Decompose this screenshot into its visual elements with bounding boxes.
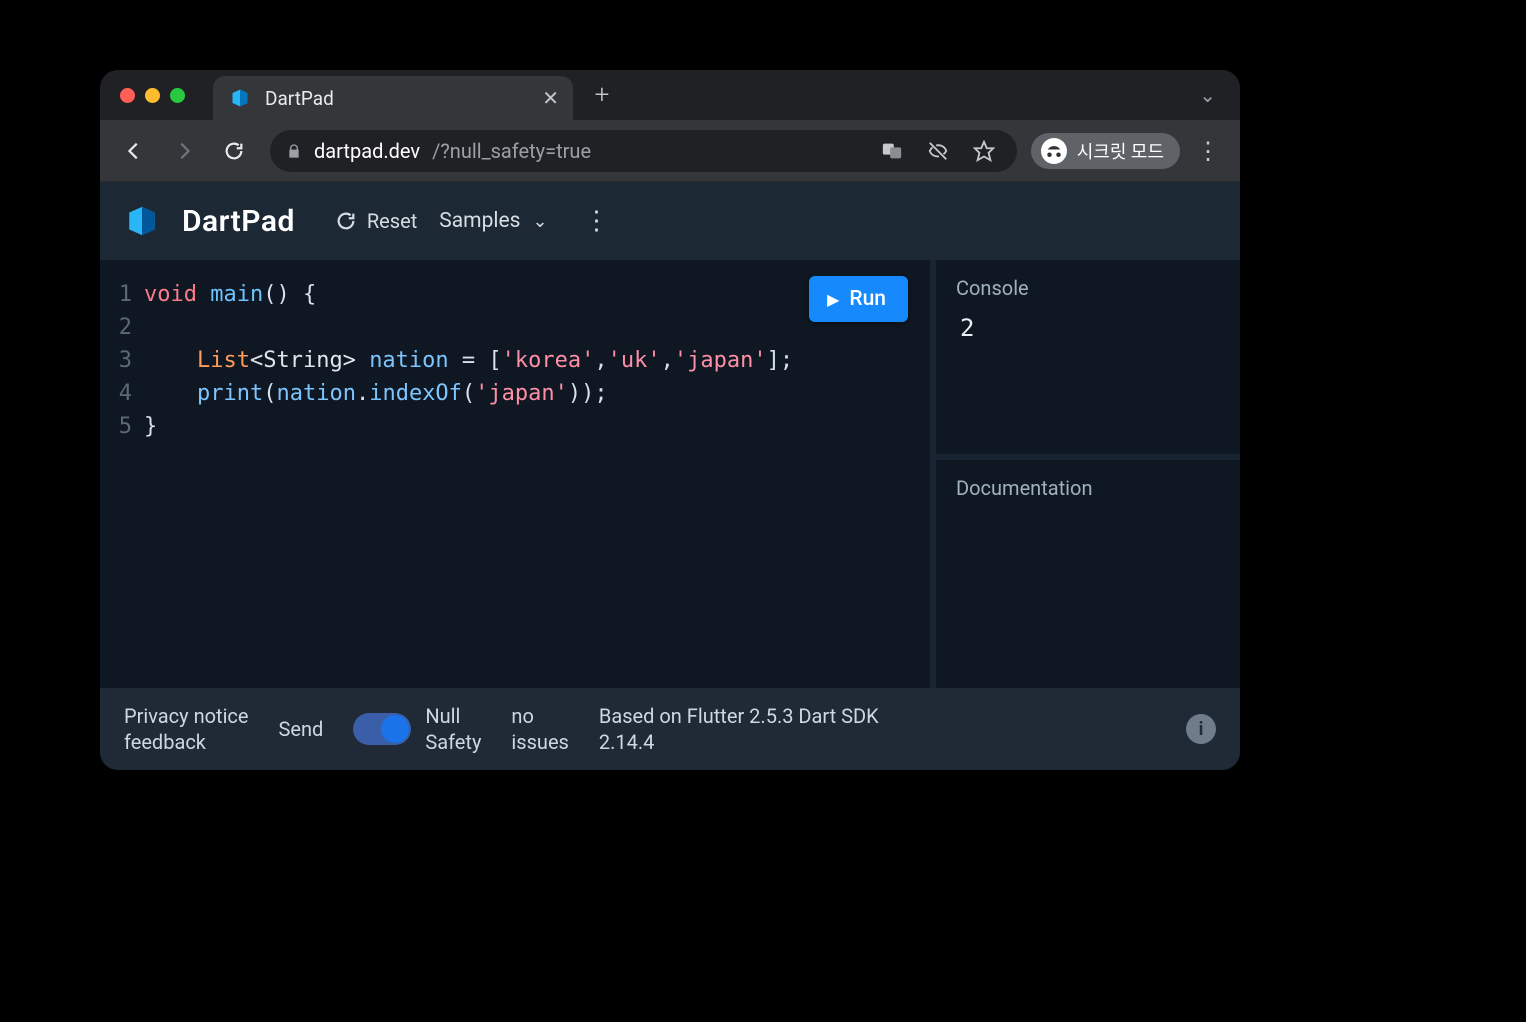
url-input[interactable]: dartpad.dev /?null_safety=true (270, 130, 1017, 172)
line-number: 3 (100, 344, 132, 377)
translate-icon[interactable] (875, 134, 909, 168)
dart-logo-icon (124, 203, 160, 239)
incognito-icon (1041, 138, 1067, 164)
samples-label: Samples (439, 209, 520, 233)
eye-off-icon[interactable] (921, 134, 955, 168)
line-number: 1 (100, 278, 132, 311)
samples-dropdown[interactable]: Samples ⌄ (439, 209, 547, 233)
null-safety-toggle[interactable] (353, 713, 411, 745)
tab-title: DartPad (265, 87, 532, 110)
dart-favicon-icon (229, 87, 251, 109)
forward-button[interactable] (164, 131, 204, 171)
code-line: List<String> nation = ['korea','uk','jap… (144, 344, 920, 377)
code-line: } (144, 410, 920, 443)
new-tab-button[interactable]: + (585, 78, 619, 112)
window-controls (120, 88, 185, 103)
url-host: dartpad.dev (314, 139, 420, 163)
url-path: /?null_safety=true (432, 139, 591, 163)
minimize-window-button[interactable] (145, 88, 160, 103)
code-line (144, 311, 920, 344)
toggle-knob (381, 715, 409, 743)
documentation-title: Documentation (936, 460, 1240, 508)
main-area: 12345 void main() { List<String> nation … (100, 260, 1240, 688)
sdk-version-label: Based on Flutter 2.5.3 Dart SDK 2.14.4 (599, 703, 879, 755)
lock-icon (286, 143, 302, 159)
close-window-button[interactable] (120, 88, 135, 103)
app-brand: DartPad (182, 204, 295, 239)
issues-status: no issues (511, 703, 568, 755)
back-button[interactable] (114, 131, 154, 171)
line-number-gutter: 12345 (100, 260, 140, 688)
documentation-panel: Documentation (936, 460, 1240, 688)
incognito-badge[interactable]: 시크릿 모드 (1031, 133, 1180, 169)
line-number: 2 (100, 311, 132, 344)
run-button[interactable]: ▶ Run (809, 276, 908, 322)
run-label: Run (849, 287, 886, 311)
send-feedback-link[interactable]: Send (279, 717, 324, 741)
address-bar-row: dartpad.dev /?null_safety=true 시크릿 모드 ⋮ (100, 120, 1240, 182)
reset-button[interactable]: Reset (335, 209, 417, 233)
browser-tab[interactable]: DartPad ✕ (213, 76, 573, 120)
privacy-notice-link[interactable]: Privacy notice feedback (124, 703, 249, 755)
reset-icon (335, 210, 357, 232)
console-panel: Console 2 (936, 260, 1240, 460)
editor-pane: 12345 void main() { List<String> nation … (100, 260, 930, 688)
reset-label: Reset (367, 209, 417, 233)
chevron-down-icon: ⌄ (532, 211, 547, 232)
null-safety-toggle-group: Null Safety (353, 703, 481, 755)
console-title: Console (936, 260, 1240, 308)
code-line: void main() { (144, 278, 920, 311)
titlebar: DartPad ✕ + ⌄ (100, 70, 1240, 120)
null-safety-label: Null Safety (425, 703, 481, 755)
reload-button[interactable] (214, 131, 254, 171)
footer-bar: Privacy notice feedback Send Null Safety… (100, 688, 1240, 770)
browser-window: DartPad ✕ + ⌄ dartpad.dev /?null_safety=t… (100, 70, 1240, 770)
tabs-chevron-down-icon[interactable]: ⌄ (1199, 83, 1216, 107)
incognito-label: 시크릿 모드 (1077, 138, 1164, 164)
line-number: 4 (100, 377, 132, 410)
line-number: 5 (100, 410, 132, 443)
side-panels: Console 2 Documentation (930, 260, 1240, 688)
code-editor[interactable]: void main() { List<String> nation = ['ko… (140, 260, 930, 688)
tab-close-icon[interactable]: ✕ (542, 86, 559, 110)
maximize-window-button[interactable] (170, 88, 185, 103)
star-icon[interactable] (967, 134, 1001, 168)
app-overflow-menu-icon[interactable]: ⋮ (584, 206, 610, 236)
code-line: print(nation.indexOf('japan')); (144, 377, 920, 410)
browser-menu-icon[interactable]: ⋮ (1190, 137, 1226, 165)
info-icon[interactable]: i (1186, 714, 1216, 744)
console-output: 2 (936, 308, 1240, 348)
play-icon: ▶ (827, 290, 839, 309)
app-header: DartPad Reset Samples ⌄ ⋮ (100, 182, 1240, 260)
